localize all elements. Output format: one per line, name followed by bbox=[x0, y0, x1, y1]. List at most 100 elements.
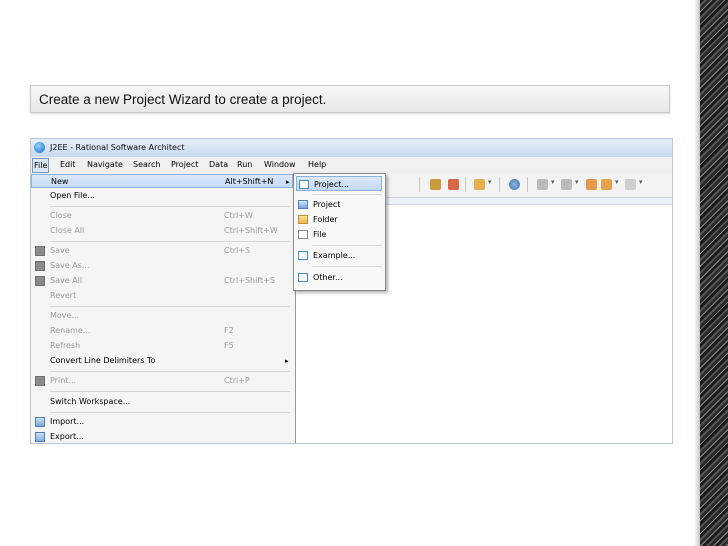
submenu-item-label: Project... bbox=[314, 180, 349, 189]
menu-search[interactable]: Search bbox=[132, 157, 161, 173]
submenu-item-project-wizard[interactable]: Project... bbox=[296, 176, 382, 191]
new-submenu: Project... Project Folder File Example..… bbox=[293, 173, 386, 291]
file-icon bbox=[298, 230, 308, 239]
menu-separator bbox=[50, 241, 290, 242]
chevron-down-icon[interactable]: ▾ bbox=[575, 178, 579, 186]
menu-help[interactable]: Help bbox=[307, 157, 327, 173]
folder-icon bbox=[298, 215, 308, 224]
chevron-down-icon[interactable]: ▾ bbox=[551, 178, 555, 186]
menu-item-move[interactable]: Move... bbox=[31, 309, 293, 323]
menu-item-convert-line-delimiters[interactable]: Convert Line Delimiters To ▸ bbox=[31, 354, 293, 368]
save-as-icon bbox=[35, 261, 45, 271]
save-all-icon bbox=[35, 276, 45, 286]
menu-item-open-file[interactable]: Open File... bbox=[31, 189, 293, 203]
menu-item-label: Open File... bbox=[50, 191, 95, 200]
menu-item-shortcut: Ctrl+P bbox=[224, 376, 250, 385]
menu-item-save-as[interactable]: Save As... bbox=[31, 259, 293, 273]
menubar: File Edit Navigate Search Project Data R… bbox=[31, 157, 672, 174]
menu-window[interactable]: Window bbox=[263, 157, 297, 173]
example-icon bbox=[298, 251, 308, 260]
menu-separator bbox=[312, 194, 382, 195]
menu-item-label: Rename... bbox=[50, 326, 91, 335]
menu-file[interactable]: File bbox=[32, 158, 50, 173]
menu-item-label: Move... bbox=[50, 311, 80, 320]
menu-item-label: Save As... bbox=[50, 261, 90, 270]
menu-item-close-all[interactable]: Close All Ctrl+Shift+W bbox=[31, 224, 293, 238]
window-titlebar: J2EE - Rational Software Architect bbox=[31, 139, 672, 157]
menu-item-close[interactable]: Close Ctrl+W bbox=[31, 209, 293, 223]
menu-separator bbox=[50, 371, 290, 372]
menu-item-label: Refresh bbox=[50, 341, 81, 350]
menu-item-import[interactable]: Import... bbox=[31, 415, 293, 429]
submenu-item-label: Other... bbox=[313, 273, 343, 282]
toolbar-annotation-icon[interactable] bbox=[537, 179, 548, 190]
menu-item-label: Convert Line Delimiters To bbox=[50, 356, 156, 365]
menu-item-label: Export... bbox=[50, 432, 84, 441]
print-icon bbox=[35, 376, 45, 386]
toolbar-last-edit-icon[interactable] bbox=[586, 179, 597, 190]
menu-item-label: Print... bbox=[50, 376, 77, 385]
menu-separator bbox=[50, 306, 290, 307]
menu-item-label: Close bbox=[50, 211, 72, 220]
chevron-down-icon[interactable]: ▾ bbox=[615, 178, 619, 186]
menu-item-switch-workspace[interactable]: Switch Workspace... bbox=[31, 395, 293, 409]
menu-separator bbox=[312, 245, 382, 246]
menu-item-label: Save All bbox=[50, 276, 83, 285]
menu-item-label: New bbox=[51, 177, 69, 186]
menu-item-shortcut: F2 bbox=[224, 326, 234, 335]
menu-item-label: Import... bbox=[50, 417, 85, 426]
toolbar-globe-icon[interactable] bbox=[509, 179, 520, 190]
toolbar-back-icon[interactable] bbox=[601, 179, 612, 190]
export-icon bbox=[35, 432, 45, 442]
menu-separator bbox=[50, 412, 290, 413]
submenu-item-label: Folder bbox=[313, 215, 338, 224]
menu-data[interactable]: Data bbox=[208, 157, 229, 173]
toolbar-separator bbox=[499, 177, 500, 192]
menu-item-shortcut: Alt+Shift+N bbox=[225, 177, 274, 186]
menu-item-new[interactable]: New Alt+Shift+N ▸ bbox=[31, 174, 293, 188]
slide-caption: Create a new Project Wizard to create a … bbox=[30, 85, 670, 113]
menu-item-shortcut: Ctrl+W bbox=[224, 211, 253, 220]
menu-separator bbox=[50, 206, 290, 207]
menu-project[interactable]: Project bbox=[170, 157, 199, 173]
menu-item-export[interactable]: Export... bbox=[31, 430, 293, 443]
submenu-arrow-icon: ▸ bbox=[286, 178, 290, 186]
project-icon bbox=[298, 200, 308, 209]
menu-item-save[interactable]: Save Ctrl+S bbox=[31, 244, 293, 258]
chevron-down-icon[interactable]: ▾ bbox=[639, 178, 643, 186]
save-icon bbox=[35, 246, 45, 256]
menu-item-revert[interactable]: Revert bbox=[31, 289, 293, 303]
submenu-item-label: File bbox=[313, 230, 327, 239]
submenu-item-folder[interactable]: Folder bbox=[296, 212, 382, 227]
submenu-item-example[interactable]: Example... bbox=[296, 248, 382, 263]
menu-item-rename[interactable]: Rename... F2 bbox=[31, 324, 293, 338]
menu-separator bbox=[50, 391, 290, 392]
submenu-item-project[interactable]: Project bbox=[296, 197, 382, 212]
wizard-icon bbox=[299, 180, 309, 189]
toolbar-separator bbox=[419, 177, 420, 192]
menu-edit[interactable]: Edit bbox=[59, 157, 77, 173]
toolbar-debug-icon[interactable] bbox=[448, 179, 459, 190]
menu-item-refresh[interactable]: Refresh F5 bbox=[31, 339, 293, 353]
menu-item-shortcut: Ctrl+Shift+W bbox=[224, 226, 278, 235]
menu-navigate[interactable]: Navigate bbox=[86, 157, 124, 173]
toolbar-wizard-icon[interactable] bbox=[430, 179, 441, 190]
submenu-item-label: Project bbox=[313, 200, 341, 209]
submenu-item-file[interactable]: File bbox=[296, 227, 382, 242]
toolbar-separator bbox=[527, 177, 528, 192]
import-icon bbox=[35, 417, 45, 427]
menu-item-label: Switch Workspace... bbox=[50, 397, 131, 406]
submenu-item-other[interactable]: Other... bbox=[296, 270, 382, 285]
toolbar-open-type-icon[interactable] bbox=[474, 179, 485, 190]
toolbar-separator bbox=[465, 177, 466, 192]
menu-item-print[interactable]: Print... Ctrl+P bbox=[31, 374, 293, 388]
menu-item-label: Revert bbox=[50, 291, 77, 300]
menu-item-label: Close All bbox=[50, 226, 85, 235]
toolbar-forward-icon[interactable] bbox=[625, 179, 636, 190]
chevron-down-icon[interactable]: ▾ bbox=[488, 178, 492, 186]
menu-item-label: Save bbox=[50, 246, 70, 255]
menu-item-save-all[interactable]: Save All Ctrl+Shift+S bbox=[31, 274, 293, 288]
toolbar-prev-annotation-icon[interactable] bbox=[561, 179, 572, 190]
other-icon bbox=[298, 273, 308, 282]
menu-run[interactable]: Run bbox=[236, 157, 253, 173]
